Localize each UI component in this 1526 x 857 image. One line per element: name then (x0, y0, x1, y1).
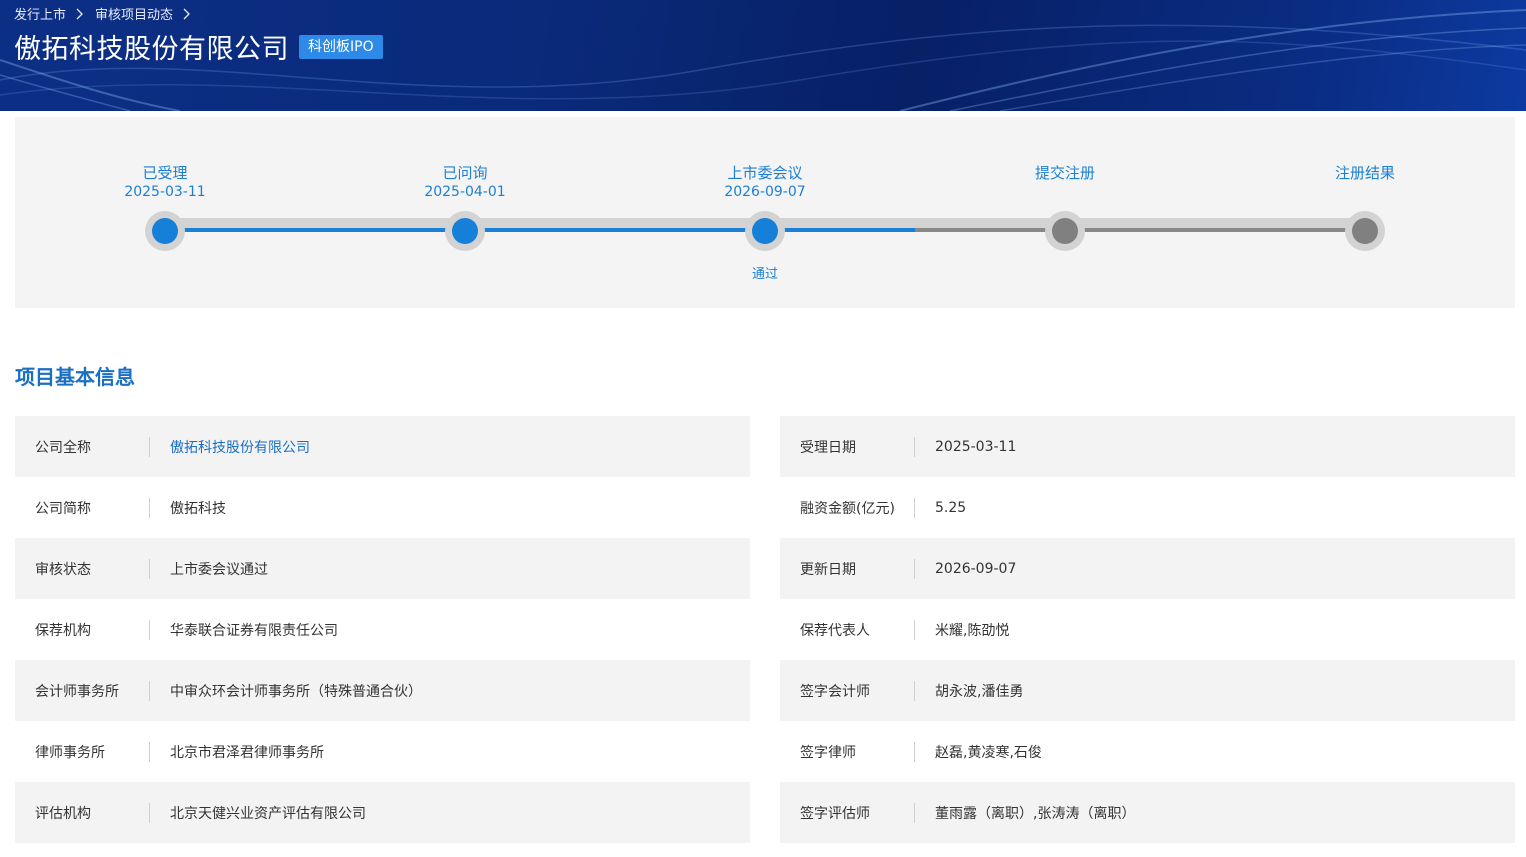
title-row: 傲拓科技股份有限公司 科创板IPO (14, 27, 383, 66)
info-label: 保荐代表人 (780, 599, 915, 660)
info-value: 傲拓科技 (170, 500, 226, 517)
info-label: 公司全称 (15, 416, 150, 477)
info-value: 中审众环会计师事务所（特殊普通合伙） (170, 683, 422, 700)
info-row: 更新日期 2026-09-07 (780, 538, 1515, 599)
progress-track-completed (165, 228, 915, 232)
chevron-right-icon (181, 7, 193, 21)
info-row: 签字会计师 胡永波,潘佳勇 (780, 660, 1515, 721)
info-label: 会计师事务所 (15, 660, 150, 721)
info-value: 北京天健兴业资产评估有限公司 (170, 805, 366, 822)
info-table-left: 公司全称 傲拓科技股份有限公司 公司简称 傲拓科技 审核状态 上市委会议通过 保… (15, 416, 750, 843)
info-value: 胡永波,潘佳勇 (935, 683, 1024, 700)
info-row: 公司全称 傲拓科技股份有限公司 (15, 416, 750, 477)
step-label: 已问询 (442, 164, 488, 182)
step-inquired: 已问询 2025-04-01 (365, 164, 565, 202)
info-value: 2026-09-07 (935, 560, 1017, 577)
info-value: 2025-03-11 (935, 438, 1017, 455)
breadcrumb: 发行上市 审核项目动态 (14, 4, 202, 23)
info-value: 上市委会议通过 (170, 561, 268, 578)
company-full-name-link[interactable]: 傲拓科技股份有限公司 (150, 437, 310, 457)
board-badge: 科创板IPO (299, 34, 383, 59)
step-date: 2026-09-07 (724, 184, 806, 200)
step-label: 注册结果 (1334, 164, 1395, 182)
step-date: 2025-03-11 (124, 184, 206, 200)
info-label: 受理日期 (780, 416, 915, 477)
info-row: 评估机构 北京天健兴业资产评估有限公司 (15, 782, 750, 843)
info-value: 赵磊,黄凌寒,石俊 (935, 744, 1042, 761)
step-submit-registration: 提交注册 (965, 164, 1165, 183)
info-row: 公司简称 傲拓科技 (15, 477, 750, 538)
step-label: 提交注册 (1034, 164, 1095, 182)
info-value: 5.25 (935, 499, 967, 516)
info-row: 受理日期 2025-03-11 (780, 416, 1515, 477)
step-accepted: 已受理 2025-03-11 (65, 164, 265, 202)
info-row: 律师事务所 北京市君泽君律师事务所 (15, 721, 750, 782)
info-label: 公司简称 (15, 477, 150, 538)
info-label: 签字律师 (780, 721, 915, 782)
info-label: 律师事务所 (15, 721, 150, 782)
info-table-right: 受理日期 2025-03-11 融资金额(亿元) 5.25 更新日期 2026-… (780, 416, 1515, 843)
info-row: 签字评估师 董雨露（离职）,张涛涛（离职） (780, 782, 1515, 843)
info-label: 融资金额(亿元) (780, 477, 915, 538)
info-value: 北京市君泽君律师事务所 (170, 744, 324, 761)
step-result: 通过 (751, 267, 778, 282)
info-label: 签字评估师 (780, 782, 915, 843)
info-row: 保荐代表人 米耀,陈劭悦 (780, 599, 1515, 660)
step-date: 2025-04-01 (424, 184, 506, 200)
section-title-basic-info: 项目基本信息 (15, 365, 135, 389)
page-title: 傲拓科技股份有限公司 (14, 34, 289, 65)
info-value: 华泰联合证券有限责任公司 (170, 622, 338, 639)
info-label: 评估机构 (15, 782, 150, 843)
info-row: 审核状态 上市委会议通过 (15, 538, 750, 599)
info-value: 米耀,陈劭悦 (935, 622, 1010, 639)
info-row: 保荐机构 华泰联合证券有限责任公司 (15, 599, 750, 660)
step-node-registration-result (1345, 211, 1385, 251)
step-registration-result: 注册结果 (1265, 164, 1465, 183)
info-label: 审核状态 (15, 538, 150, 599)
breadcrumb-item-listing[interactable]: 发行上市 (14, 4, 66, 23)
breadcrumb-item-review-dynamics[interactable]: 审核项目动态 (95, 4, 173, 23)
step-node-listing-committee (745, 211, 785, 251)
step-node-inquired (445, 211, 485, 251)
info-value: 董雨露（离职）,张涛涛（离职） (935, 805, 1136, 822)
info-label: 保荐机构 (15, 599, 150, 660)
page-header-banner: 发行上市 审核项目动态 傲拓科技股份有限公司 科创板IPO (0, 0, 1526, 111)
info-row: 会计师事务所 中审众环会计师事务所（特殊普通合伙） (15, 660, 750, 721)
progress-track-remaining (915, 228, 1365, 232)
step-listing-committee: 上市委会议 2026-09-07 (665, 164, 865, 202)
info-row: 签字律师 赵磊,黄凌寒,石俊 (780, 721, 1515, 782)
review-progress-panel: 已受理 2025-03-11 已问询 2025-04-01 上市委会议 2026… (15, 117, 1515, 308)
step-label: 已受理 (142, 164, 188, 182)
info-label: 签字会计师 (780, 660, 915, 721)
step-node-accepted (145, 211, 185, 251)
step-node-submit-registration (1045, 211, 1085, 251)
info-row: 融资金额(亿元) 5.25 (780, 477, 1515, 538)
info-label: 更新日期 (780, 538, 915, 599)
step-label: 上市委会议 (727, 164, 803, 182)
chevron-right-icon (74, 7, 86, 21)
